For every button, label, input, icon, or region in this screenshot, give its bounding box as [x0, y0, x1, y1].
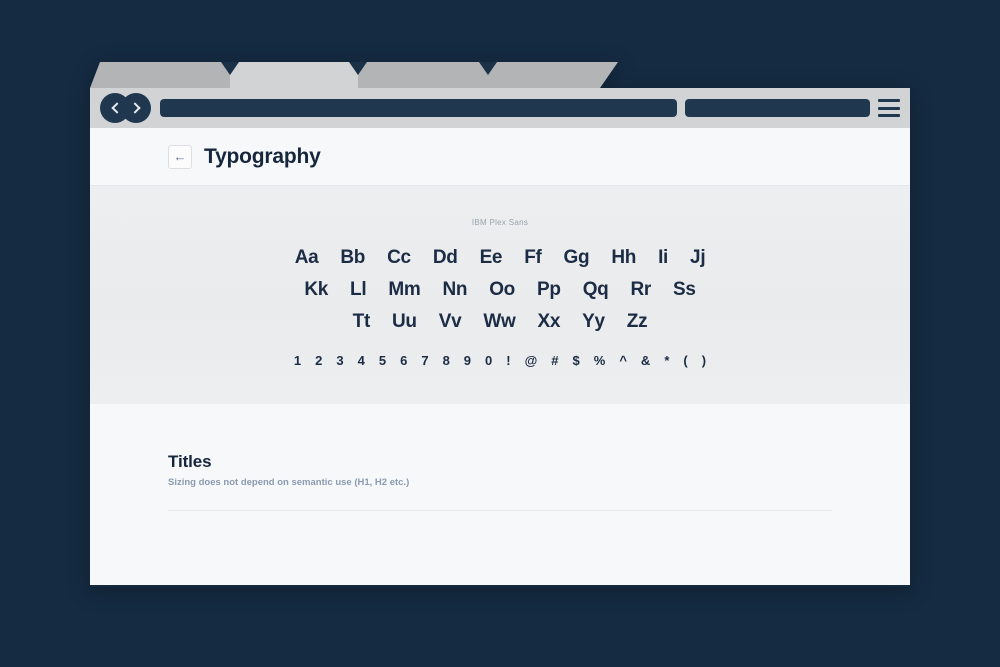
- symbol-glyph: &: [640, 353, 651, 368]
- glyph-pair: Cc: [387, 247, 411, 268]
- glyph-pair: Jj: [690, 247, 706, 268]
- menu-bar-1: [878, 99, 900, 102]
- symbol-glyph: %: [593, 353, 606, 368]
- glyph-pair: Tt: [352, 311, 371, 332]
- glyph-pair: Xx: [537, 311, 561, 332]
- symbol-glyph: !: [506, 353, 511, 368]
- back-button[interactable]: [100, 93, 130, 123]
- symbol-glyph: *: [664, 353, 670, 368]
- alphabet-row-2: Kk Ll Mm Nn Oo Pp Qq Rr Ss: [90, 279, 910, 301]
- browser-tab-4[interactable]: [488, 62, 618, 88]
- page-header: ← Typography: [90, 128, 910, 186]
- page-title: Typography: [204, 144, 321, 168]
- glyph-pair: Oo: [489, 279, 515, 300]
- glyph-pair: Aa: [294, 247, 319, 268]
- glyph-pair: Ll: [350, 279, 367, 300]
- menu-bar-3: [878, 114, 900, 117]
- symbol-glyph: 7: [421, 353, 429, 368]
- symbol-glyph: $: [572, 353, 580, 368]
- glyph-pair: Ii: [658, 247, 669, 268]
- symbol-glyph: 1: [293, 353, 302, 368]
- glyph-pair: Uu: [392, 311, 417, 332]
- glyph-pair: Hh: [611, 247, 637, 268]
- font-specimen-panel: IBM Plex Sans Aa Bb Cc Dd Ee Ff Gg Hh Ii…: [90, 186, 910, 404]
- chevron-left-icon: [110, 102, 123, 114]
- glyph-pair: Vv: [438, 311, 462, 332]
- font-name-label: IBM Plex Sans: [471, 218, 529, 227]
- glyph-pair: Dd: [432, 247, 458, 268]
- glyph-pair: Ss: [673, 279, 696, 300]
- numbers-symbols-row: 1 2 3 4 5 6 7 8 9 0 ! @ # $ % ^ & * ( ): [90, 353, 910, 368]
- titles-subtitle: Sizing does not depend on semantic use (…: [168, 477, 410, 488]
- glyph-pair: Nn: [442, 279, 468, 300]
- symbol-glyph: 8: [442, 353, 450, 368]
- symbol-glyph: 0: [485, 353, 493, 368]
- browser-tab-3[interactable]: [358, 62, 488, 88]
- glyph-pair: Ww: [483, 311, 516, 332]
- page-back-button[interactable]: ←: [168, 144, 192, 169]
- symbol-glyph: 5: [378, 353, 387, 368]
- glyph-pair: Gg: [563, 247, 590, 268]
- browser-tab-1[interactable]: [90, 62, 230, 88]
- navigation-buttons: [100, 93, 152, 123]
- symbol-glyph: 4: [357, 353, 365, 368]
- hamburger-menu-icon[interactable]: [878, 99, 900, 117]
- glyph-pair: Mm: [388, 279, 421, 300]
- symbol-glyph: 2: [315, 353, 323, 368]
- menu-bar-2: [878, 106, 900, 110]
- titles-section: Titles Sizing does not depend on semanti…: [90, 404, 910, 511]
- glyph-pair: Pp: [537, 279, 561, 300]
- alphabet-row-3: Tt Uu Vv Ww Xx Yy Zz: [90, 311, 910, 333]
- browser-tab-2[interactable]: [230, 62, 358, 88]
- alphabet-row-1: Aa Bb Cc Dd Ee Ff Gg Hh Ii Jj: [90, 247, 910, 269]
- address-bar-input[interactable]: [160, 99, 677, 117]
- glyph-pair: Zz: [626, 311, 648, 332]
- glyph-pair: Ee: [479, 247, 503, 268]
- glyph-pair: Kk: [304, 279, 329, 300]
- glyph-pair: Yy: [582, 311, 605, 332]
- titles-heading: Titles: [168, 452, 212, 471]
- symbol-glyph: #: [551, 353, 559, 368]
- browser-viewport: ← Typography IBM Plex Sans Aa Bb Cc Dd E…: [90, 128, 910, 587]
- browser-window: ← Typography IBM Plex Sans Aa Bb Cc Dd E…: [90, 62, 910, 587]
- section-divider: [168, 510, 832, 511]
- symbol-glyph: ^: [619, 353, 627, 368]
- browser-toolbar: [90, 88, 910, 128]
- symbol-glyph: @: [524, 353, 538, 368]
- symbol-glyph: 6: [400, 353, 408, 368]
- browser-tab-strip: [90, 62, 618, 88]
- glyph-pair: Bb: [340, 247, 366, 268]
- glyph-pair: Rr: [630, 279, 651, 300]
- symbol-glyph: 9: [463, 353, 472, 368]
- symbol-glyph: 3: [336, 353, 344, 368]
- symbol-glyph: (: [683, 353, 688, 368]
- symbol-glyph: ): [701, 353, 707, 368]
- glyph-pair: Qq: [582, 279, 609, 300]
- glyph-pair: Ff: [524, 247, 542, 268]
- chevron-right-icon: [128, 102, 141, 114]
- browser-search-input[interactable]: [685, 99, 870, 117]
